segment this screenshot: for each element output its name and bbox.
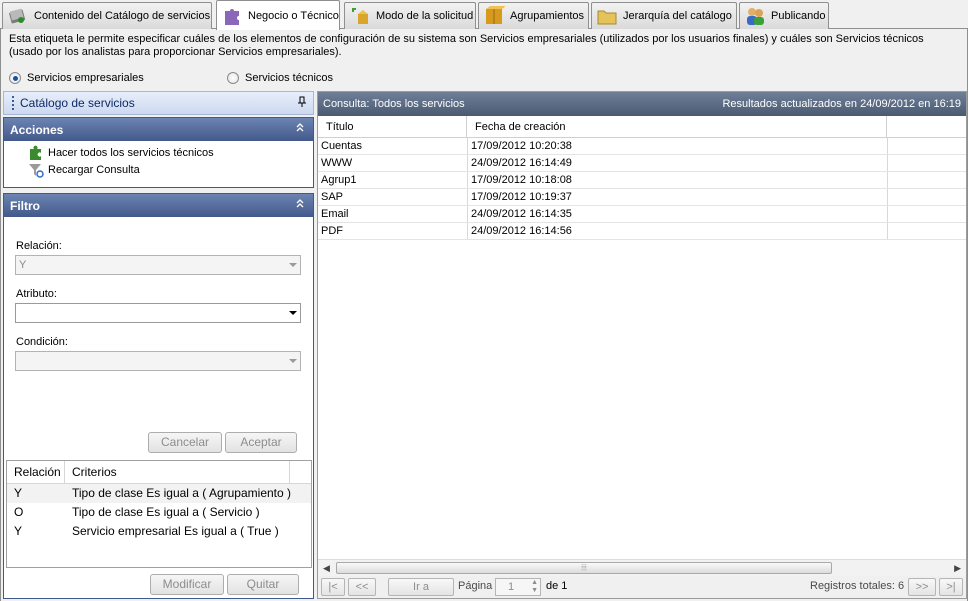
radio-technical-services[interactable]: Servicios técnicos — [227, 72, 333, 84]
tab-catalog-content[interactable]: Contenido del Catálogo de servicios — [2, 2, 212, 29]
table-row[interactable]: O Tipo de clase Es igual a ( Servicio ) — [7, 503, 311, 522]
tab-bar: Contenido del Catálogo de servicios Nego… — [0, 0, 968, 30]
cancel-button[interactable]: Cancelar — [148, 432, 222, 453]
radio-business-services[interactable]: Servicios empresariales — [9, 72, 144, 84]
relation-label: Relación: — [16, 240, 62, 252]
filter-section: Filtro Relación: Y Atributo: Condición: … — [3, 193, 314, 599]
results-updated-timestamp: Resultados actualizados en 24/09/2012 en… — [722, 98, 961, 110]
next-page-button[interactable]: >> — [908, 578, 936, 596]
table-row[interactable]: Agrup1 17/09/2012 10:18:08 — [318, 172, 966, 189]
table-row[interactable]: Cuentas 17/09/2012 10:20:38 — [318, 138, 966, 155]
table-row[interactable]: WWW 24/09/2012 16:14:49 — [318, 155, 966, 172]
go-to-page-button[interactable]: Ir a — [388, 578, 454, 596]
page-total-label: de 1 — [546, 580, 568, 592]
tab-business-technical[interactable]: Negocio o Técnico — [216, 0, 340, 30]
query-title: Consulta: Todos los servicios — [323, 98, 465, 110]
attribute-select[interactable] — [15, 303, 301, 323]
relation-select[interactable]: Y — [15, 255, 301, 275]
tab-catalog-hierarchy[interactable]: Jerarquía del catálogo — [591, 2, 737, 29]
total-records-label: Registros totales: 6 — [810, 580, 905, 592]
page-label: Página — [458, 580, 493, 592]
scrollbar-thumb[interactable]: ⦙⦙⦙ — [336, 562, 832, 574]
table-row[interactable]: Email 24/09/2012 16:14:35 — [318, 206, 966, 223]
table-row[interactable]: Y Tipo de clase Es igual a ( Agrupamient… — [7, 484, 311, 503]
page-number-stepper[interactable]: 1 ▲ ▼ — [495, 578, 541, 596]
stepper-arrows-icon[interactable]: ▲ ▼ — [531, 579, 538, 595]
condition-label: Condición: — [16, 336, 68, 348]
reload-query-action[interactable]: Recargar Consulta — [4, 161, 313, 178]
panel-header: Catálogo de servicios — [3, 91, 314, 115]
table-row[interactable]: SAP 17/09/2012 10:19:37 — [318, 189, 966, 206]
boxes-icon — [483, 5, 506, 27]
accept-button[interactable]: Aceptar — [225, 432, 297, 453]
actions-header[interactable]: Acciones — [4, 118, 313, 141]
tab-request-mode[interactable]: Modo de la solicitud — [344, 2, 476, 29]
filter-header[interactable]: Filtro — [4, 194, 313, 217]
description-text: Esta etiqueta le permite especificar cuá… — [9, 33, 924, 58]
results-table-body: Cuentas 17/09/2012 10:20:38 WWW 24/09/20… — [318, 138, 966, 240]
pager: |< << Ir a Página 1 ▲ ▼ de 1 Registros to… — [318, 576, 966, 598]
column-header-created-date[interactable]: Fecha de creación — [467, 116, 887, 137]
scroll-left-arrow-icon[interactable]: ◀ — [323, 563, 330, 574]
dropdown-arrow-icon — [289, 359, 297, 363]
results-table-header: Título Fecha de creación — [318, 116, 966, 138]
column-header-title[interactable]: Título — [318, 116, 467, 137]
tab-publishing[interactable]: Publicando — [739, 2, 829, 29]
modify-button[interactable]: Modificar — [150, 574, 224, 595]
pin-icon[interactable] — [297, 96, 307, 111]
request-mode-icon — [349, 5, 371, 27]
scroll-right-arrow-icon[interactable]: ▶ — [954, 563, 961, 574]
puzzle-green-icon — [28, 145, 44, 161]
dropdown-arrow-icon — [289, 311, 297, 315]
column-header-criteria[interactable]: Criterios — [65, 461, 290, 483]
tab-content: Esta etiqueta le permite especificar cuá… — [0, 29, 968, 601]
results-header: Consulta: Todos los servicios Resultados… — [318, 92, 966, 116]
service-catalog-panel: Catálogo de servicios Acciones Hacer tod… — [3, 91, 314, 599]
tab-groupings[interactable]: Agrupamientos — [478, 2, 589, 29]
table-row[interactable]: PDF 24/09/2012 16:14:56 — [318, 223, 966, 240]
puzzle-piece-icon — [221, 5, 243, 27]
collapse-chevron-icon[interactable] — [293, 122, 307, 136]
folder-icon — [596, 5, 618, 27]
table-row[interactable]: Y Servicio empresarial Es igual a ( True… — [7, 522, 311, 541]
dropdown-arrow-icon — [289, 263, 297, 267]
actions-section: Acciones Hacer todos los servicios técni… — [3, 117, 314, 188]
drag-grip-icon[interactable] — [12, 96, 14, 110]
remove-button[interactable]: Quitar — [227, 574, 299, 595]
previous-page-button[interactable]: << — [348, 578, 376, 596]
grid-header: Relación Criterios — [7, 461, 311, 484]
catalog-book-icon — [7, 5, 29, 27]
condition-select[interactable] — [15, 351, 301, 371]
last-page-button[interactable]: >| — [939, 578, 963, 596]
funnel-reload-icon — [28, 162, 44, 178]
attribute-label: Atributo: — [16, 288, 57, 300]
filter-criteria-grid: Relación Criterios Y Tipo de clase Es ig… — [6, 460, 312, 568]
query-results-panel: Consulta: Todos los servicios Resultados… — [317, 91, 967, 599]
users-icon — [744, 5, 766, 27]
make-all-technical-action[interactable]: Hacer todos los servicios técnicos — [4, 144, 313, 161]
horizontal-scrollbar[interactable]: ◀ ⦙⦙⦙ ▶ — [318, 559, 966, 576]
collapse-chevron-icon[interactable] — [293, 198, 307, 212]
first-page-button[interactable]: |< — [321, 578, 345, 596]
radio-button-checked[interactable] — [9, 72, 21, 84]
radio-button-unchecked[interactable] — [227, 72, 239, 84]
column-header-relation[interactable]: Relación — [7, 461, 65, 483]
